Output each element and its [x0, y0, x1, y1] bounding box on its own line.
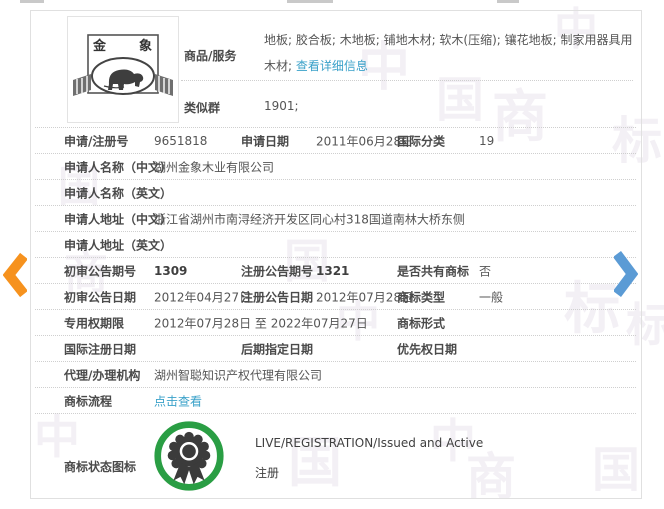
click-to-view-link[interactable]: 点击查看: [154, 392, 202, 409]
row-agency: 代理/办理机构 湖州智聪知识产权代理有限公司: [35, 361, 636, 387]
field-label: 申请人名称（英文）: [64, 186, 173, 200]
trademark-info-card: 金 象 商品/服务 地板; 胶合板; 木地板; 铺地木材; 软木(压缩); 镶花…: [30, 10, 642, 499]
chevron-right-icon: [613, 251, 639, 297]
view-details-link[interactable]: 查看详细信息: [296, 59, 368, 73]
field-label: 商标形式: [397, 316, 446, 330]
field-value: 湖州智聪知识产权代理有限公司: [154, 368, 323, 382]
trademark-image: 金 象: [67, 16, 179, 123]
status-label: 商标状态图标: [64, 460, 137, 474]
field-label: 国际注册日期: [64, 342, 137, 356]
field-label: 商标类型: [397, 290, 446, 304]
goods-services-label: 商品/服务: [184, 49, 237, 63]
field-label: 注册公告日期: [241, 290, 314, 304]
row-applicant-name-en: 申请人名称（英文）: [35, 179, 636, 205]
status-text-cn: 注册: [255, 466, 280, 480]
divider: [181, 80, 633, 81]
row-exclusive-right-period: 专用权期限 2012年07月28日 至 2022年07月27日 商标形式: [35, 309, 636, 335]
cropped-edge: [20, 0, 44, 3]
field-value: 否: [479, 264, 492, 278]
field-value: 浙江省湖州市南浔经济开发区同心村318国道南林大桥东侧: [154, 212, 465, 226]
cropped-edge: [287, 0, 333, 3]
field-label: 专用权期限: [64, 316, 125, 330]
field-label: 后期指定日期: [241, 342, 314, 356]
cropped-edge: [497, 0, 519, 3]
field-value: 2012年07月28日 至 2022年07月27日: [154, 316, 368, 330]
row-applicant-address-cn: 申请人地址（中文） 浙江省湖州市南浔经济开发区同心村318国道南林大桥东侧: [35, 205, 636, 231]
field-label: 代理/办理机构: [64, 368, 141, 382]
field-label: 是否共有商标: [397, 264, 470, 278]
field-label: 申请日期: [241, 134, 290, 148]
field-label: 注册公告期号: [241, 264, 314, 278]
row-registration-number: 申请/注册号 9651818 申请日期 2011年06月28日 国际分类 19: [35, 127, 636, 153]
logo-char-right: 象: [139, 38, 152, 54]
row-applicant-name-cn: 申请人名称（中文） 湖州金象木业有限公司: [35, 153, 636, 179]
field-label: 初审公告期号: [64, 264, 137, 278]
detail-rows: 申请/注册号 9651818 申请日期 2011年06月28日 国际分类 19 …: [35, 127, 636, 504]
field-value: 9651818: [154, 133, 208, 148]
field-value: 1309: [154, 263, 188, 278]
row-trademark-process: 商标流程 点击查看: [35, 387, 636, 413]
row-international-dates: 国际注册日期 后期指定日期 优先权日期: [35, 335, 636, 361]
field-value: 1321: [316, 263, 350, 278]
field-label: 商标流程: [64, 394, 113, 408]
similar-group-label: 类似群: [184, 101, 221, 115]
trademark-detail-page: 中国商标中国商国中标标中国中商国 金 象 商品/服务 地板; 胶合板; 木地板;…: [0, 0, 664, 509]
field-label: 申请/注册号: [64, 134, 129, 148]
row-trademark-status: 商标状态图标 LIVE/REGISTRATION/Issued and Acti…: [35, 413, 636, 504]
row-applicant-address-en: 申请人地址（英文）: [35, 231, 636, 257]
field-label: 国际分类: [397, 134, 446, 148]
field-value: 一般: [479, 290, 504, 304]
next-button[interactable]: [613, 250, 639, 298]
medal-ribbon-icon: [153, 420, 225, 492]
field-value: 2012年04月27日: [154, 290, 252, 304]
status-text-en: LIVE/REGISTRATION/Issued and Active: [255, 436, 484, 450]
field-value: 湖州金象木业有限公司: [154, 160, 275, 174]
goods-services-value: 地板; 胶合板; 木地板; 铺地木材; 软木(压缩); 镶花地板; 制家用器具用…: [264, 27, 634, 79]
field-value: 19: [479, 133, 495, 148]
field-label: 初审公告日期: [64, 290, 137, 304]
field-label: 优先权日期: [397, 342, 458, 356]
gold-elephant-trademark-logo: 金 象: [73, 34, 173, 96]
similar-group-value: 1901;: [264, 99, 299, 113]
logo-char-left: 金: [92, 38, 107, 54]
chevron-left-icon: [2, 252, 28, 298]
prev-button[interactable]: [2, 252, 28, 298]
field-label: 申请人地址（英文）: [64, 238, 173, 252]
row-gazette-dates: 初审公告日期 2012年04月27日 注册公告日期 2012年07月28日 商标…: [35, 283, 636, 309]
row-gazette-numbers: 初审公告期号 1309 注册公告期号 1321 是否共有商标 否: [35, 257, 636, 283]
